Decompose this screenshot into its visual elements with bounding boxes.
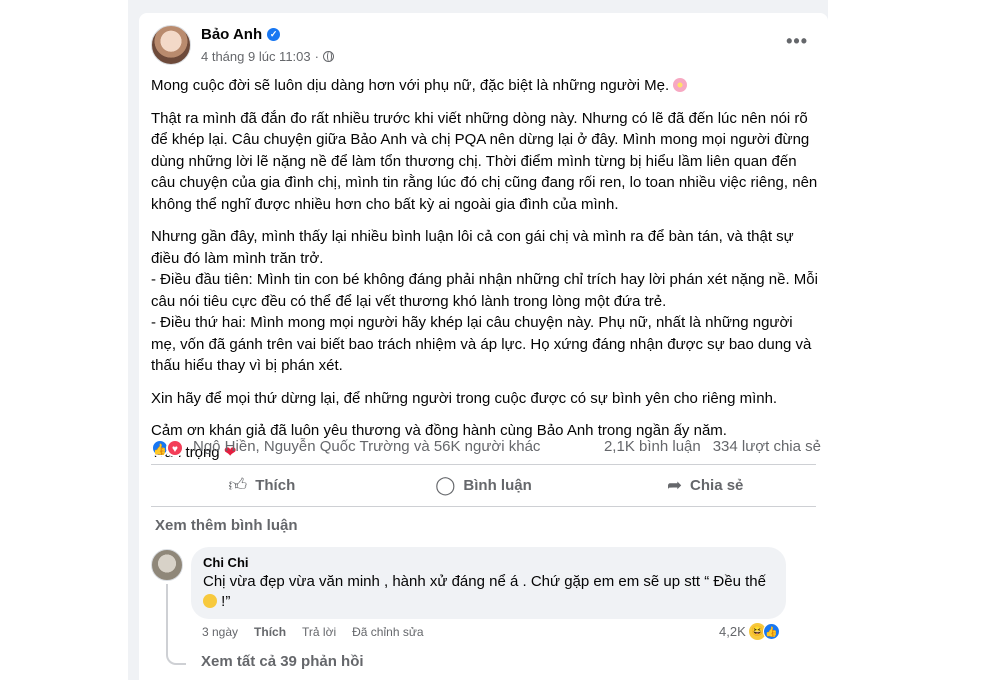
comment-bubble-icon: ◯ [435,474,456,495]
meta-separator: · [314,49,319,64]
post-paragraph-4: Xin hãy để mọi thứ dừng lại, để những ng… [151,389,778,407]
post-body: Mong cuộc đời sẽ luôn dịu dàng hơn với p… [151,75,821,474]
love-reaction-icon: ♥ [166,439,184,457]
thumbs-up-icon: 👍︎ [228,475,248,495]
comment-button-label: Bình luận [463,476,532,494]
share-button[interactable]: ➦ Chia sẻ [594,469,816,501]
reaction-names[interactable]: Ngô Hiền, Nguyễn Quốc Trường và 56K ngườ… [193,438,540,455]
commenter-name[interactable]: Chi Chi [203,555,774,570]
like-button[interactable]: 👍︎ Thích [151,469,373,501]
share-arrow-icon: ➦ [666,474,683,495]
post-actions: 👍︎ Thích ◯ Bình luận ➦ Chia sẻ [151,469,816,501]
comment-like-button[interactable]: Thích [254,625,286,639]
comment-reply-button[interactable]: Trả lời [302,625,336,639]
page-background-left [0,0,128,680]
post-paragraph-3: Nhưng gần đây, mình thấy lại nhiều bình … [151,228,818,374]
author-name-row: Bảo Anh ✓ [201,26,281,43]
comment-edited-label: Đã chỉnh sửa [352,625,424,639]
view-all-replies-link[interactable]: Xem tất cả 39 phản hồi [201,653,364,670]
post-paragraph-2: Thật ra mình đã đắn đo rất nhiều trước k… [151,109,818,213]
post-card: Bảo Anh ✓ 4 tháng 9 lúc 11:03 · ••• Mong… [139,13,828,680]
comment-meta: 3 ngày Thích Trả lời Đã chỉnh sửa [202,625,424,639]
shares-count[interactable]: 334 lượt chia sẻ [713,438,821,455]
smile-emoji-icon [203,594,217,608]
comment-reactions[interactable]: 4,2K 😆 👍 [719,623,780,640]
view-more-comments-link[interactable]: Xem thêm bình luận [155,517,298,534]
post-paragraph-1: Mong cuộc đời sẽ luôn dịu dàng hơn với p… [151,75,821,97]
divider-top [151,464,816,465]
like-button-label: Thích [255,476,296,494]
commenter-avatar[interactable] [151,549,183,581]
post-header: Bảo Anh ✓ 4 tháng 9 lúc 11:03 · ••• [151,25,816,67]
stat-counts: 2,1K bình luận 334 lượt chia sẻ [604,438,821,455]
comment-time[interactable]: 3 ngày [202,625,238,639]
comment-bubble: Chi Chi Chị vừa đẹp vừa văn minh , hành … [191,547,786,619]
flower-emoji-icon [673,78,688,92]
post-stats: 👍 ♥ Ngô Hiền, Nguyễn Quốc Trường và 56K … [151,437,821,459]
reaction-icons[interactable]: 👍 ♥ [151,439,184,457]
share-button-label: Chia sẻ [690,476,744,494]
more-options-icon[interactable]: ••• [786,31,808,52]
author-avatar[interactable] [151,25,191,65]
comment-reaction-count: 4,2K [719,624,746,639]
reply-thread-line [166,584,186,665]
author-name[interactable]: Bảo Anh [201,26,262,43]
post-timestamp[interactable]: 4 tháng 9 lúc 11:03 [201,49,311,64]
comment-button[interactable]: ◯ Bình luận [373,469,595,501]
divider-bottom [151,506,816,507]
verified-badge-icon: ✓ [267,28,281,41]
like-reaction-small-icon: 👍 [762,623,780,640]
comment-text: Chị vừa đẹp vừa văn minh , hành xử đáng … [203,573,766,610]
public-globe-icon[interactable] [322,51,334,62]
post-meta: 4 tháng 9 lúc 11:03 · [201,49,334,64]
comments-count[interactable]: 2,1K bình luận [604,438,701,455]
